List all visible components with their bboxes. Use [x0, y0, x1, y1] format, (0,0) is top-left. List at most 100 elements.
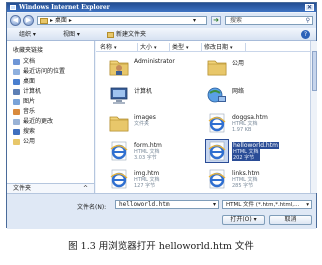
ie-html-icon [108, 140, 130, 162]
file-name: helloworld.htm [232, 142, 279, 149]
sidebar-item-label: 图片 [23, 98, 36, 105]
sidebar-item-label: 公用 [23, 138, 36, 145]
filename-value: helloworld.htm [119, 201, 170, 208]
views-menu[interactable]: 视图 ▾ [63, 31, 80, 39]
chevron-down-icon[interactable]: ▾ [193, 17, 196, 25]
favorite-links-title: 收藏夹链接 [13, 47, 44, 54]
column-type[interactable]: 类型 ▾ [170, 43, 202, 52]
forward-button[interactable]: ▶ [23, 15, 34, 26]
close-button[interactable]: ✕ [305, 4, 314, 11]
sidebar-item[interactable]: 桌面 [13, 77, 35, 86]
file-size: 127 字节 [134, 183, 156, 189]
title-bar: Windows Internet Explorer ✕ [7, 3, 316, 12]
sidebar-item-label: 音乐 [23, 108, 36, 115]
sidebar-item[interactable]: 图片 [13, 97, 35, 106]
file-name: images [134, 114, 156, 121]
filename-input[interactable]: helloworld.htm ▾ [115, 200, 219, 209]
file-details: HTML 文档 202 字节 [232, 149, 260, 161]
chevron-down-icon[interactable]: ▾ [213, 201, 216, 209]
folders-toggle[interactable]: 文件夹 ^ [7, 183, 94, 193]
file-item[interactable]: doggsa.htm HTML 文档 1.97 KB [204, 111, 304, 137]
sidebar-item[interactable]: 音乐 [13, 107, 35, 116]
help-icon[interactable]: ? [301, 30, 310, 39]
column-name[interactable]: 名称 ▾ [98, 43, 138, 52]
search-input[interactable]: 搜索 ⚲ [225, 16, 313, 25]
address-bar: ◀ ▶ ▸ 桌面 ▸ ▾ ➜ 搜索 ⚲ [7, 13, 316, 28]
sidebar-item-label: 文档 [23, 58, 36, 65]
ie-html-icon [205, 139, 229, 163]
filetype-select[interactable]: HTML 文件 (*.htm,*.html,… ▾ [222, 200, 312, 209]
file-name: form.htm [134, 142, 162, 149]
open-button[interactable]: 打开(O) ▾ [222, 215, 265, 225]
column-size[interactable]: 大小 ▾ [138, 43, 170, 52]
folder-icon [108, 112, 130, 134]
ie-html-icon [108, 168, 130, 190]
sidebar-item[interactable]: 计算机 [13, 87, 41, 96]
chevron-down-icon[interactable]: ▾ [306, 201, 309, 208]
sidebar-item-label: 最近访问的位置 [23, 68, 66, 75]
sidebar-item-label: 计算机 [23, 88, 42, 95]
file-size: 202 字节 [233, 155, 255, 161]
sidebar-item-label: 搜索 [23, 128, 36, 135]
file-item[interactable]: images 文件夹 [106, 111, 206, 137]
file-item[interactable]: helloworld.htm HTML 文档 202 字节 [204, 139, 304, 165]
user-folder-icon [108, 56, 130, 78]
recent-changes-icon [13, 119, 20, 125]
dialog-footer: 文件名(N): helloworld.htm ▾ HTML 文件 (*.htm,… [7, 193, 316, 229]
file-item[interactable]: 公用 [204, 55, 304, 81]
organize-menu[interactable]: 组织 ▾ [19, 31, 36, 39]
file-size: 1.97 KB [232, 127, 252, 133]
file-item[interactable]: 计算机 [106, 83, 206, 109]
file-item[interactable]: form.htm HTML 文档 3.03 字节 [106, 139, 206, 165]
file-name: Administrator [134, 58, 175, 65]
open-label: 打开(O) [230, 216, 252, 223]
ie-html-icon [206, 112, 228, 134]
sidebar-item[interactable]: 最近访问的位置 [13, 67, 65, 76]
search-icon[interactable]: ⚲ [306, 17, 310, 25]
folder-icon [206, 56, 228, 78]
search-placeholder: 搜索 [230, 17, 243, 24]
filename-label: 文件名(N): [77, 204, 107, 211]
sidebar-item[interactable]: 最近的更改 [13, 117, 53, 126]
file-item[interactable]: img.htm HTML 文档 127 字节 [106, 167, 206, 193]
sidebar-item[interactable]: 公用 [13, 137, 35, 146]
file-details: HTML 文档 127 字节 [134, 177, 160, 189]
cancel-button[interactable]: 取消 [269, 215, 312, 225]
sidebar-item-label: 桌面 [23, 78, 36, 85]
scrollbar-thumb[interactable] [312, 51, 317, 91]
file-size: 285 字节 [232, 183, 254, 189]
file-item[interactable]: 网络 [204, 83, 304, 109]
search-icon [13, 129, 20, 135]
file-details: HTML 文档 1.97 KB [232, 121, 258, 133]
new-folder-icon [107, 32, 114, 38]
file-type: 文件夹 [134, 121, 150, 127]
folder-icon [40, 18, 48, 24]
folders-label: 文件夹 [13, 185, 32, 192]
toolbar: 组织 ▾ 视图 ▾ 新建文件夹 ? [7, 28, 316, 41]
back-button[interactable]: ◀ [10, 15, 21, 26]
file-name: links.htm [232, 170, 260, 177]
address-input[interactable]: ▸ 桌面 ▸ ▾ [37, 16, 207, 25]
vertical-scrollbar[interactable] [310, 41, 317, 193]
window-title: Windows Internet Explorer [19, 4, 110, 11]
documents-icon [13, 59, 20, 65]
new-folder-label: 新建文件夹 [116, 31, 147, 38]
favorite-links-pane: 收藏夹链接 文档最近访问的位置 桌面计算机图片音乐最近的更改搜索公用 文件夹 ^ [7, 41, 95, 193]
file-item[interactable]: Administrator [106, 55, 206, 81]
go-button[interactable]: ➜ [211, 16, 221, 25]
figure-caption: 图 1.3 用浏览器打开 helloworld.htm 文件 [68, 241, 254, 252]
sidebar-item[interactable]: 文档 [13, 57, 35, 66]
open-file-dialog: Windows Internet Explorer ✕ ◀ ▶ ▸ 桌面 ▸ ▾… [6, 2, 317, 229]
column-modified[interactable]: 修改日期 ▾ [202, 43, 246, 52]
file-details: HTML 文档 285 字节 [232, 177, 258, 189]
file-name: doggsa.htm [232, 114, 268, 121]
file-size: 3.03 字节 [134, 155, 157, 161]
new-folder-button[interactable]: 新建文件夹 [107, 31, 146, 39]
address-path: ▸ 桌面 ▸ [50, 17, 72, 24]
file-list: 名称 ▾ 大小 ▾ 类型 ▾ 修改日期 ▾ Administrator 公用 计算机 网络 im… [96, 41, 317, 193]
ie-app-icon [10, 5, 16, 10]
sidebar-item[interactable]: 搜索 [13, 127, 35, 136]
file-name: 网络 [232, 88, 245, 95]
open-dropdown-icon[interactable]: ▾ [254, 216, 257, 223]
file-item[interactable]: links.htm HTML 文档 285 字节 [204, 167, 304, 193]
